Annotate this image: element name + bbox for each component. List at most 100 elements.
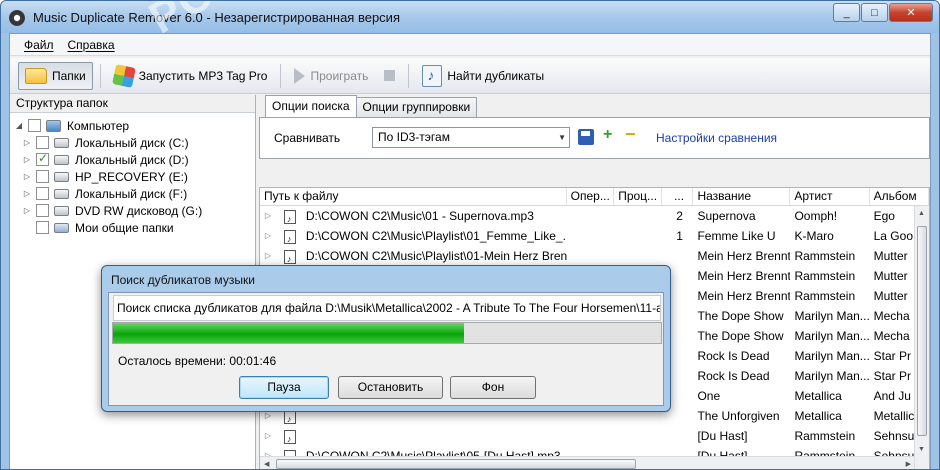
vertical-scroll-thumb[interactable] [917,226,927,436]
tree-checkbox[interactable] [36,187,49,200]
column-header-percent[interactable]: Проц... [614,188,662,205]
tree-checkbox[interactable] [36,221,49,234]
cell-artist: Rammstein [794,429,856,443]
find-duplicates-icon [422,64,443,87]
expand-arrow-icon[interactable]: ▷ [22,189,32,198]
tab-group-options[interactable]: Опции группировки [355,97,478,117]
expand-arrow-icon[interactable]: ▷ [260,206,276,226]
scroll-right-icon[interactable]: ▶ [906,460,911,468]
tree-item-drive-g[interactable]: ▷ DVD RW дисковод (G:) [14,202,255,219]
compare-select[interactable]: По ID3-тэгам ▼ [372,127,570,148]
tree-checkbox[interactable] [36,170,49,183]
tree-checkbox[interactable] [28,119,41,132]
cell-title: Mein Herz Brennt [697,289,791,303]
music-file-icon [283,429,296,446]
table-row[interactable]: ▷ D:\COWON C2\Music\01 - Supernova.mp3 2 Su… [260,206,929,226]
tab-search-options[interactable]: Опции поиска [265,95,357,117]
cell-title: The Dope Show [697,329,784,343]
play-label: Проиграть [310,68,369,83]
background-button[interactable]: Фон [450,376,536,399]
cell-title: One [697,389,721,403]
cell-title: The Unforgiven [697,409,780,423]
play-icon [294,67,306,84]
tree-checkbox-checked[interactable] [36,151,49,166]
column-header-artist[interactable]: Артист [790,188,870,205]
remove-icon[interactable]: − [625,124,636,145]
scroll-left-icon[interactable]: ◀ [264,460,269,468]
toolbar: Папки Запустить MP3 Tag Pro Проиграть На… [10,58,930,94]
cell-path: D:\COWON C2\Music\Playlist\01-Mein Herz … [276,246,567,266]
tag-icon [111,63,136,88]
expand-arrow-icon[interactable]: ▷ [22,206,32,215]
scroll-up-icon[interactable]: ▲ [918,210,925,217]
tree-checkbox[interactable] [36,204,49,217]
pause-button[interactable]: Пауза [239,376,329,399]
stop-button[interactable]: Остановить [338,376,443,399]
cell-artist: Oomph! [794,209,838,223]
folders-button[interactable]: Папки [18,61,93,90]
cell-artist: K-Maro [794,229,834,243]
column-header-album[interactable]: Альбом [870,188,929,205]
scroll-down-icon[interactable]: ▼ [918,446,925,453]
cell-path-text: D:\COWON C2\Music\01 - Supernova.mp3 [305,209,534,223]
cell-artist: Rammstein [794,289,856,303]
column-header-title[interactable]: Название [693,188,791,205]
drive-icon [54,154,69,165]
time-remaining: Осталось времени: 00:01:46 [118,354,277,368]
close-button[interactable]: ✕ [889,3,933,22]
compare-settings-link[interactable]: Настройки сравнения [656,131,777,145]
table-row[interactable]: ▷ D:\COWON C2\Music\Playlist\01_Femme_Lik… [260,226,929,246]
cell-number: 1 [676,229,683,243]
horizontal-scrollbar[interactable]: ◀ ▶ [260,456,915,469]
expand-arrow-icon[interactable]: ▷ [22,155,32,164]
title-bar[interactable]: Music Duplicate Remover 6.0 - Незарегист… [1,1,939,33]
column-header-path[interactable]: Путь к файлу [260,188,567,205]
save-icon[interactable] [578,129,594,145]
run-tag-pro-button[interactable]: Запустить MP3 Tag Pro [108,62,274,90]
tree-item-shared[interactable]: Мои общие папки [14,219,255,236]
computer-icon [46,119,61,132]
stop-toolbar-button[interactable] [378,62,401,90]
chevron-down-icon[interactable]: ▼ [558,128,566,147]
tree-checkbox[interactable] [36,136,49,149]
music-file-icon [283,209,296,226]
cell-title: Mein Herz Brennt [697,269,791,283]
table-row[interactable]: ▷[Du Hast]RammsteinSehnsu [260,426,929,446]
column-header-number[interactable]: ... [662,188,694,205]
play-button[interactable]: Проиграть [288,62,374,90]
cell-artist: Metallica [794,409,842,423]
column-header-operation[interactable]: Опер... [567,188,615,205]
horizontal-scroll-thumb[interactable] [276,459,636,469]
expand-arrow-icon[interactable]: ▷ [260,246,276,266]
drive-icon [54,188,69,199]
drive-icon [54,137,69,148]
maximize-button[interactable]: □ [861,3,888,22]
table-row[interactable]: ▷ D:\COWON C2\Music\Playlist\01-Mein Herz… [260,246,929,266]
tree-item-drive-f[interactable]: ▷ Локальный диск (F:) [14,185,255,202]
options-tabs: Опции поиска Опции группировки [265,95,478,117]
menu-help[interactable]: Справка [68,38,115,52]
expand-arrow-icon[interactable]: ▷ [22,138,32,147]
cell-artist: Metallica [794,389,842,403]
folders-label: Папки [52,68,86,83]
tree-item-drive-d[interactable]: ▷ Локальный диск (D:) [14,151,255,168]
expand-arrow-icon[interactable]: ▷ [260,426,276,446]
tree-item-label: Локальный диск (C:) [75,135,189,150]
expand-arrow-icon[interactable]: ▷ [260,226,276,246]
tree-item-computer[interactable]: ◢ Компьютер [14,117,255,134]
tree-item-label: Локальный диск (D:) [75,152,189,167]
menu-file[interactable]: Файл [24,38,54,52]
collapse-arrow-icon[interactable]: ◢ [14,121,24,130]
cell-artist: Marilyn Man... [794,369,870,383]
tree-item-label: DVD RW дисковод (G:) [75,203,203,218]
tree-item-drive-c[interactable]: ▷ Локальный диск (C:) [14,134,255,151]
vertical-scrollbar[interactable]: ▲ ▼ [914,206,929,469]
tree-item-drive-e[interactable]: ▷ HP_RECOVERY (E:) [14,168,255,185]
cell-title: [Du Hast] [697,429,748,443]
expand-arrow-icon[interactable]: ▷ [22,172,32,181]
minimize-button[interactable]: _ [833,3,860,22]
cell-title: Supernova [697,209,756,223]
add-icon[interactable]: + [603,126,612,144]
folder-tree: ◢ Компьютер ▷ Локальный диск (C:) ▷ Лока… [10,113,255,236]
find-duplicates-button[interactable]: Найти дубликаты [416,62,550,90]
